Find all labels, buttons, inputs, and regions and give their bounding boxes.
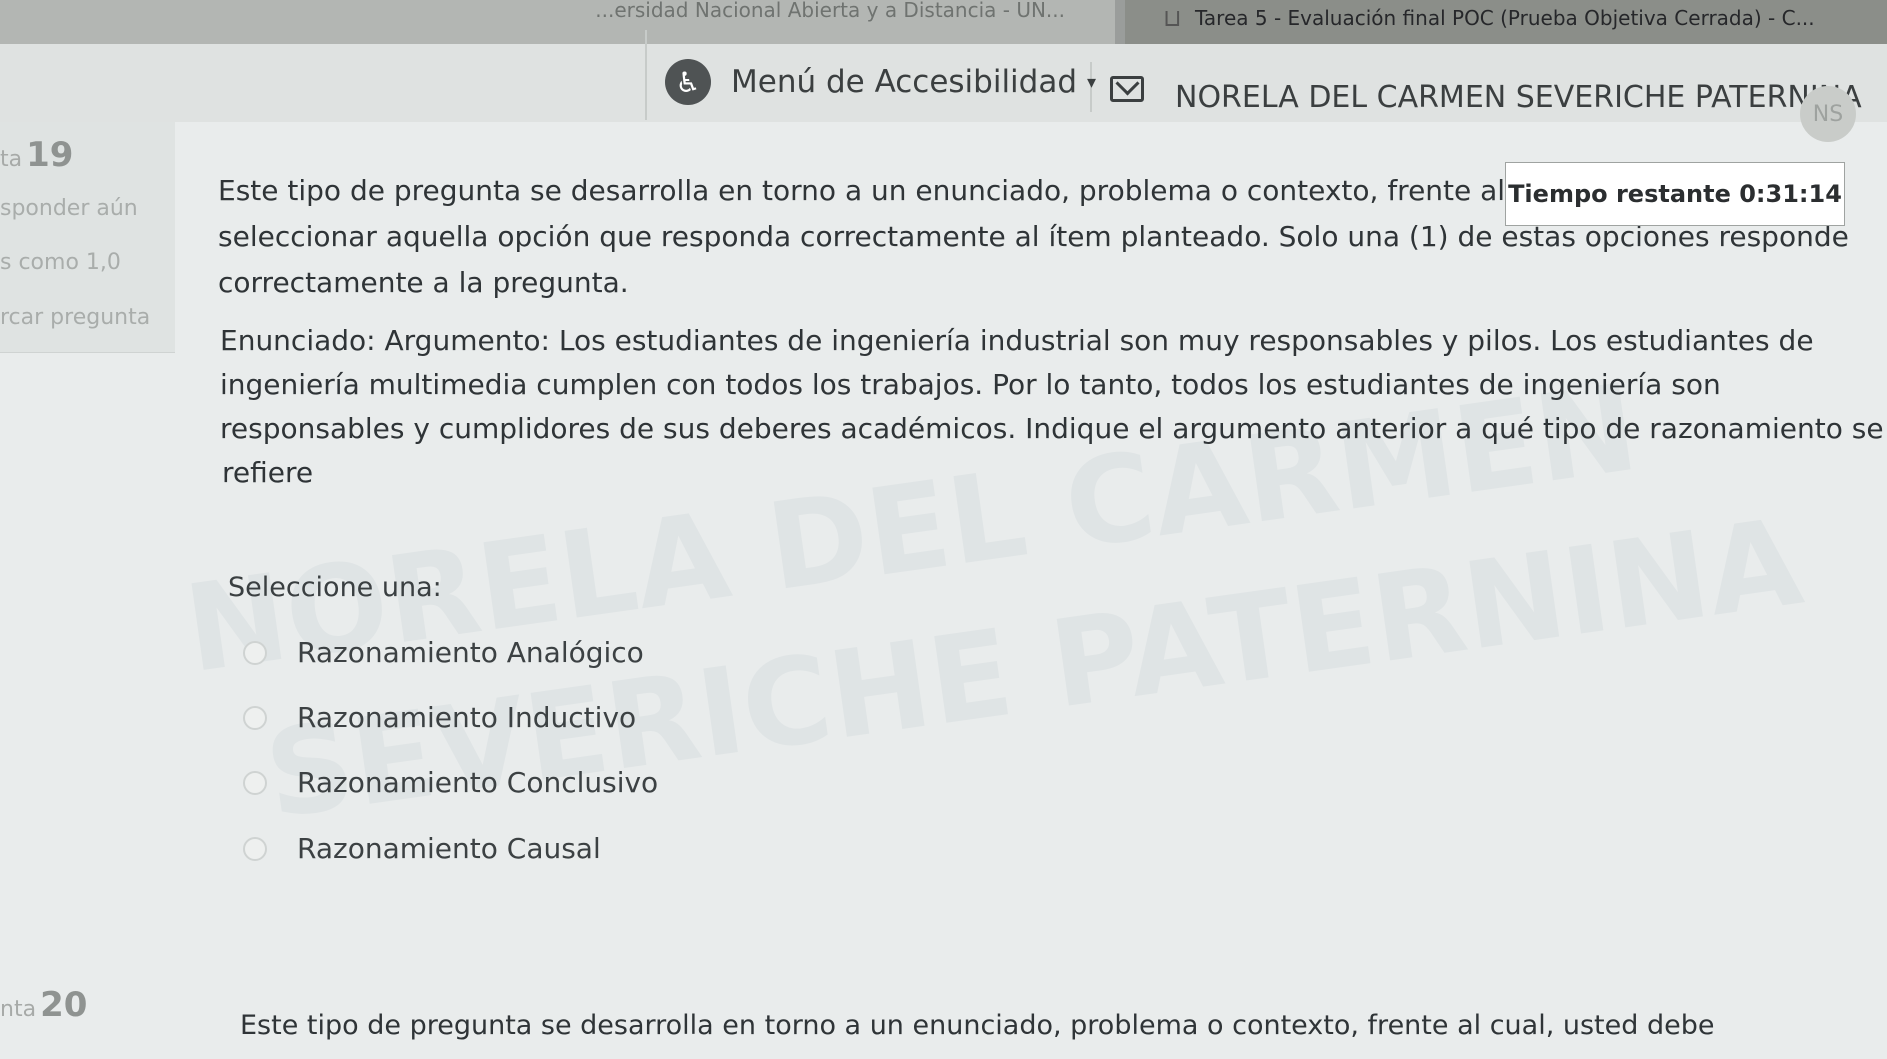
user-name[interactable]: NORELA DEL CARMEN SEVERICHE PATERNINA bbox=[1175, 80, 1862, 115]
radio-button[interactable] bbox=[243, 770, 267, 795]
question-statement-line: ingeniería multimedia cumplen con todos … bbox=[220, 368, 1721, 401]
radio-button[interactable] bbox=[243, 640, 267, 665]
answer-option[interactable]: Razonamiento Analógico bbox=[243, 636, 644, 669]
answer-option-label[interactable]: Razonamiento Inductivo bbox=[297, 701, 636, 734]
question-label: nta bbox=[0, 997, 37, 1022]
question-intro-line: correctamente a la pregunta. bbox=[218, 266, 629, 299]
browser-tab-university[interactable]: ...ersidad Nacional Abierta y a Distanci… bbox=[0, 0, 1115, 44]
answer-option-label[interactable]: Razonamiento Causal bbox=[297, 832, 601, 865]
mail-icon[interactable] bbox=[1110, 76, 1144, 102]
question-label: ta bbox=[0, 147, 23, 172]
question-number-value: 20 bbox=[40, 985, 88, 1025]
question-statement-line: responsables y cumplidores de sus debere… bbox=[220, 412, 1884, 445]
chevron-down-icon: ▾ bbox=[1087, 71, 1097, 93]
tab-title: Tarea 5 - Evaluación final POC (Prueba O… bbox=[1195, 6, 1815, 30]
avatar[interactable]: NS bbox=[1800, 86, 1856, 142]
next-question-number: nta 20 bbox=[0, 985, 87, 1025]
browser-tab-bar: ...ersidad Nacional Abierta y a Distanci… bbox=[0, 0, 1887, 44]
answer-option[interactable]: Razonamiento Causal bbox=[243, 832, 601, 865]
radio-button[interactable] bbox=[243, 705, 267, 730]
favicon-icon: ⊔ bbox=[1163, 4, 1182, 32]
question-statement-line: Enunciado: Argumento: Los estudiantes de… bbox=[220, 324, 1814, 357]
question-statement-line: refiere bbox=[222, 456, 314, 489]
answer-option-label[interactable]: Razonamiento Conclusivo bbox=[297, 766, 658, 799]
answer-option[interactable]: Razonamiento Conclusivo bbox=[243, 766, 658, 799]
question-number: ta 19 bbox=[0, 135, 73, 175]
question-intro-line: Este tipo de pregunta se desarrolla en t… bbox=[218, 174, 1565, 207]
flag-question-link[interactable]: rcar pregunta bbox=[0, 305, 150, 330]
next-question-intro: Este tipo de pregunta se desarrolla en t… bbox=[240, 1010, 1715, 1041]
accessibility-menu-label: Menú de Accesibilidad bbox=[731, 64, 1078, 100]
question-points: s como 1,0 bbox=[0, 250, 121, 275]
accessibility-menu-button[interactable]: ♿ Menú de Accesibilidad ▾ bbox=[665, 52, 1096, 112]
tab-title: ...ersidad Nacional Abierta y a Distanci… bbox=[595, 0, 1065, 22]
answer-option-label[interactable]: Razonamiento Analógico bbox=[297, 636, 644, 669]
question-number-value: 19 bbox=[26, 135, 74, 175]
accessibility-icon: ♿ bbox=[665, 59, 711, 105]
radio-button[interactable] bbox=[243, 836, 267, 861]
browser-tab-exam[interactable]: ⊔ Tarea 5 - Evaluación final POC (Prueba… bbox=[1125, 0, 1887, 44]
time-remaining-box: Tiempo restante 0:31:14 bbox=[1505, 162, 1845, 226]
navbar-divider bbox=[645, 30, 647, 120]
answer-option[interactable]: Razonamiento Inductivo bbox=[243, 701, 636, 734]
select-one-label: Seleccione una: bbox=[228, 572, 442, 603]
question-status: sponder aún bbox=[0, 196, 138, 221]
